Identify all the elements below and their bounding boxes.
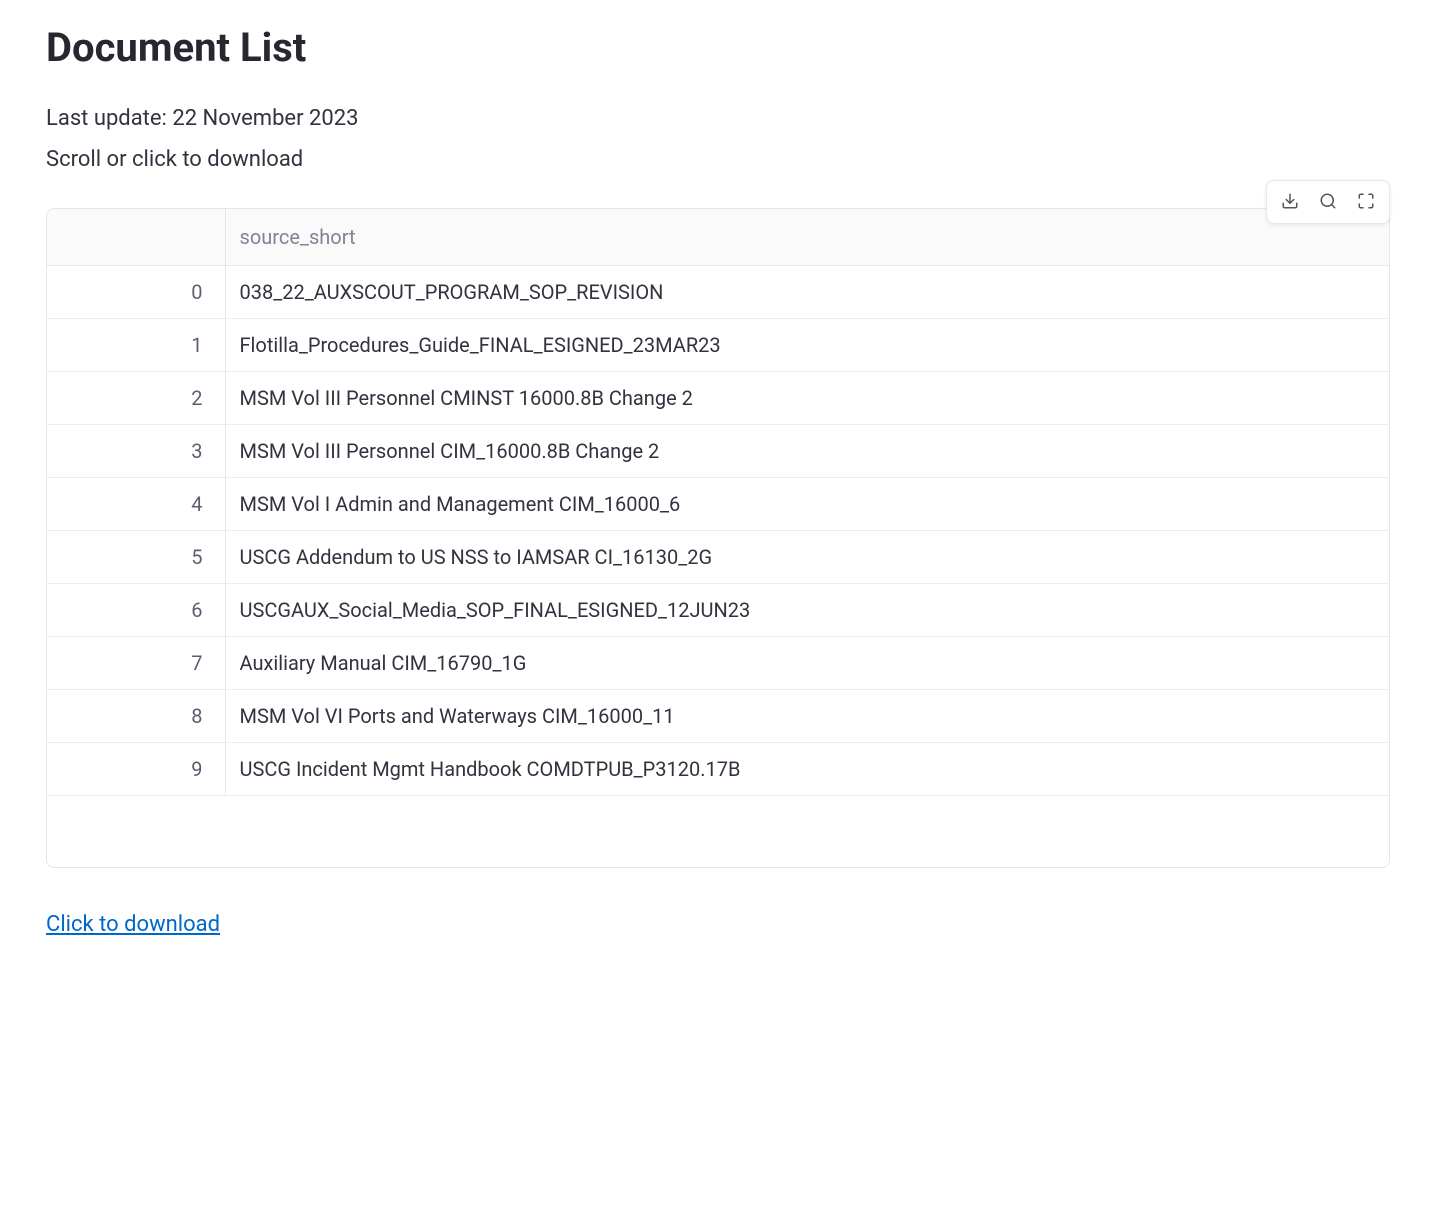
source-short-cell: MSM Vol III Personnel CMINST 16000.8B Ch… [225, 372, 1389, 425]
source-short-column-header[interactable]: source_short [225, 209, 1389, 266]
row-index-cell: 2 [47, 372, 225, 425]
document-table: source_short 0038_22_AUXSCOUT_PROGRAM_SO… [47, 209, 1389, 796]
table-scroll-area: source_short 0038_22_AUXSCOUT_PROGRAM_SO… [46, 208, 1390, 868]
fullscreen-icon [1357, 192, 1375, 213]
source-short-cell: MSM Vol VI Ports and Waterways CIM_16000… [225, 690, 1389, 743]
table-row[interactable]: 7Auxiliary Manual CIM_16790_1G [47, 637, 1389, 690]
click-to-download-link[interactable]: Click to download [46, 912, 220, 937]
source-short-cell: USCG Addendum to US NSS to IAMSAR CI_161… [225, 531, 1389, 584]
table-row[interactable]: 1Flotilla_Procedures_Guide_FINAL_ESIGNED… [47, 319, 1389, 372]
source-short-cell: Auxiliary Manual CIM_16790_1G [225, 637, 1389, 690]
table-row[interactable]: 9USCG Incident Mgmt Handbook COMDTPUB_P3… [47, 743, 1389, 796]
source-short-cell: 038_22_AUXSCOUT_PROGRAM_SOP_REVISION [225, 266, 1389, 319]
search-button[interactable] [1309, 185, 1347, 219]
fullscreen-button[interactable] [1347, 185, 1385, 219]
table-row[interactable]: 6USCGAUX_Social_Media_SOP_FINAL_ESIGNED_… [47, 584, 1389, 637]
table-row[interactable]: 2MSM Vol III Personnel CMINST 16000.8B C… [47, 372, 1389, 425]
row-index-cell: 9 [47, 743, 225, 796]
table-header-row: source_short [47, 209, 1389, 266]
download-icon [1281, 192, 1299, 213]
row-index-cell: 3 [47, 425, 225, 478]
row-index-cell: 0 [47, 266, 225, 319]
row-index-cell: 8 [47, 690, 225, 743]
table-row[interactable]: 3MSM Vol III Personnel CIM_16000.8B Chan… [47, 425, 1389, 478]
table-row[interactable]: 4MSM Vol I Admin and Management CIM_1600… [47, 478, 1389, 531]
table-row[interactable]: 5USCG Addendum to US NSS to IAMSAR CI_16… [47, 531, 1389, 584]
index-column-header[interactable] [47, 209, 225, 266]
table-row[interactable]: 0038_22_AUXSCOUT_PROGRAM_SOP_REVISION [47, 266, 1389, 319]
table-scroll-inner[interactable]: source_short 0038_22_AUXSCOUT_PROGRAM_SO… [47, 209, 1389, 867]
row-index-cell: 5 [47, 531, 225, 584]
row-index-cell: 6 [47, 584, 225, 637]
source-short-cell: USCG Incident Mgmt Handbook COMDTPUB_P31… [225, 743, 1389, 796]
instruction-text: Scroll or click to download [46, 140, 1390, 181]
row-index-cell: 7 [47, 637, 225, 690]
source-short-cell: MSM Vol I Admin and Management CIM_16000… [225, 478, 1389, 531]
source-short-cell: MSM Vol III Personnel CIM_16000.8B Chang… [225, 425, 1389, 478]
table-row[interactable]: 8MSM Vol VI Ports and Waterways CIM_1600… [47, 690, 1389, 743]
page-title: Document List [46, 24, 1390, 71]
table-container: source_short 0038_22_AUXSCOUT_PROGRAM_SO… [46, 208, 1390, 868]
source-short-cell: USCGAUX_Social_Media_SOP_FINAL_ESIGNED_1… [225, 584, 1389, 637]
search-icon [1319, 192, 1337, 213]
table-toolbar [1266, 180, 1390, 224]
source-short-cell: Flotilla_Procedures_Guide_FINAL_ESIGNED_… [225, 319, 1389, 372]
row-index-cell: 1 [47, 319, 225, 372]
last-update-text: Last update: 22 November 2023 [46, 99, 1390, 140]
download-button[interactable] [1271, 185, 1309, 219]
row-index-cell: 4 [47, 478, 225, 531]
